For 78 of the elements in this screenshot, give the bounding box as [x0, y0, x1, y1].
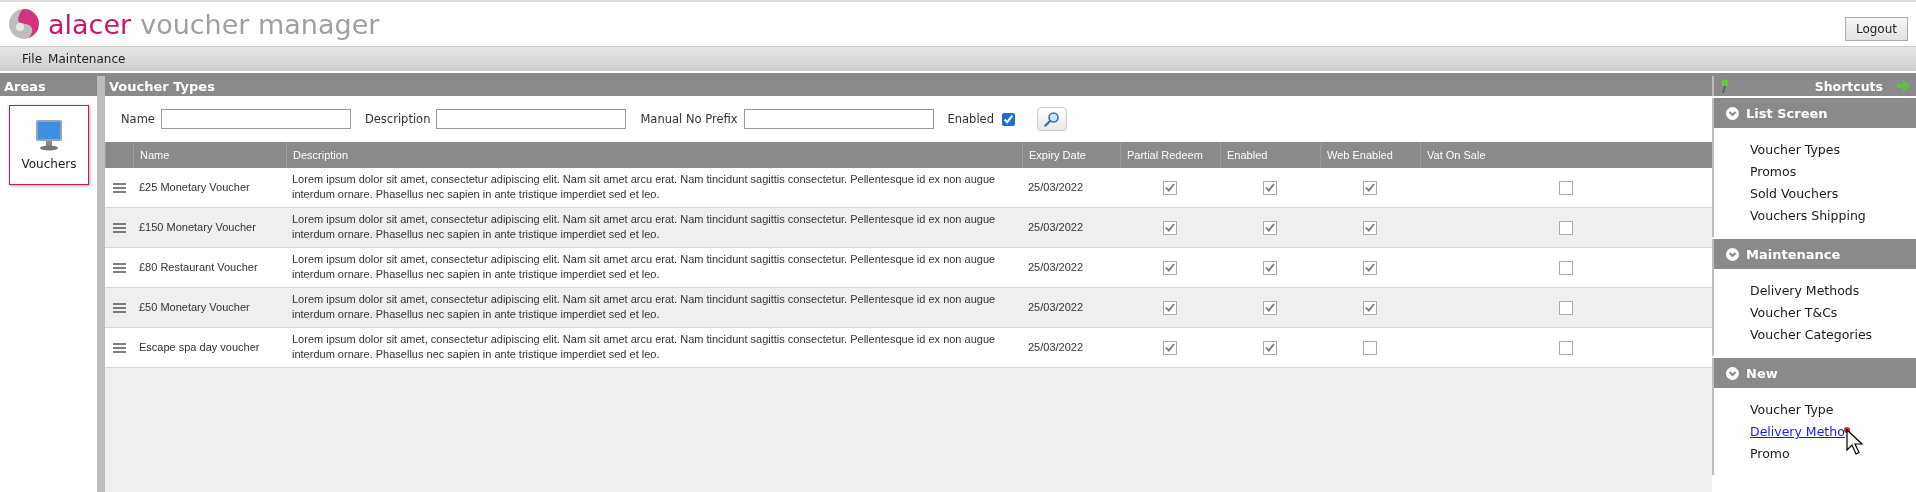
menu-icon[interactable] — [112, 262, 126, 273]
shortcut-link[interactable]: Vouchers Shipping — [1750, 208, 1866, 223]
panel-title: Shortcuts — [1814, 78, 1883, 94]
enabled-checkbox[interactable] — [1002, 112, 1015, 126]
column-header: Web Enabled — [1320, 142, 1420, 168]
column-header: Enabled — [1220, 142, 1320, 168]
checkbox[interactable] — [1559, 300, 1573, 315]
shortcut-link[interactable]: Delivery Metho — [1750, 424, 1845, 439]
panel-title: Areas — [0, 76, 97, 96]
table-cell: 25/03/2022 — [1022, 248, 1120, 288]
checkbox[interactable] — [1559, 340, 1573, 355]
column-header: Partial Redeem — [1120, 142, 1220, 168]
brand-name: alacer — [48, 8, 132, 40]
search-button[interactable] — [1037, 107, 1067, 131]
checkbox[interactable] — [1363, 300, 1377, 315]
checkbox[interactable] — [1263, 180, 1277, 195]
checkbox[interactable] — [1363, 260, 1377, 275]
logo-icon — [8, 8, 40, 40]
search-icon — [1044, 111, 1060, 127]
menu-icon[interactable] — [112, 182, 126, 193]
checkbox[interactable] — [1559, 220, 1573, 235]
filter-field[interactable] — [436, 109, 627, 129]
shortcut-link[interactable]: Promos — [1750, 164, 1797, 179]
shortcut-link[interactable]: Voucher Categories — [1750, 327, 1873, 342]
shortcut-link[interactable]: Voucher Types — [1750, 142, 1840, 157]
monitor-icon — [34, 119, 64, 151]
chevron-down-icon — [1726, 366, 1739, 380]
filter-field[interactable] — [743, 109, 934, 129]
menu-icon[interactable] — [112, 222, 126, 233]
shortcut-link[interactable]: Sold Vouchers — [1750, 186, 1839, 201]
checkbox[interactable] — [1263, 220, 1277, 235]
shortcut-link[interactable]: Delivery Methods — [1750, 283, 1860, 298]
checkbox[interactable] — [1163, 260, 1177, 275]
column-header — [105, 142, 133, 168]
column-header: Name — [133, 142, 286, 168]
menu-icon[interactable] — [112, 302, 126, 313]
checkbox[interactable] — [1363, 220, 1377, 235]
shortcut-link[interactable]: Promo — [1750, 446, 1790, 461]
chevron-down-icon — [1726, 106, 1739, 120]
checkbox[interactable] — [1163, 300, 1177, 315]
checkbox[interactable] — [1263, 340, 1277, 355]
table-cell: Lorem ipsum dolor sit amet, consectetur adipiscing elit. Nam sit amet arcu erat. Nam tincidunt sagittis consectetur. Pellentesque id ex non augue interdum ornare. Phasellus nec sapien in ante tristique imperdiet sed et leo. — [286, 248, 1022, 288]
checkbox[interactable] — [1163, 340, 1177, 355]
cursor-icon — [1844, 426, 1866, 456]
table-cell: Lorem ipsum dolor sit amet, consectetur adipiscing elit. Nam sit amet arcu erat. Nam tincidunt sagittis consectetur. Pellentesque id ex non augue interdum ornare. Phasellus nec sapien in ante tristique imperdiet sed et leo. — [286, 328, 1022, 368]
chevron-down-icon — [1726, 247, 1739, 261]
table-cell: Escape spa day voucher — [133, 328, 286, 368]
table-cell: £80 Restaurant Voucher — [133, 248, 286, 288]
checkbox[interactable] — [1263, 260, 1277, 275]
checkbox[interactable] — [1559, 180, 1573, 195]
field-label: Description — [364, 112, 431, 126]
menu-item[interactable]: Maintenance — [48, 52, 126, 66]
checkbox[interactable] — [1363, 180, 1377, 195]
app-title: voucher manager — [140, 8, 380, 40]
panel-title: Voucher Types — [105, 76, 1712, 96]
menu-item[interactable]: File — [22, 52, 43, 66]
checkbox[interactable] — [1559, 260, 1573, 275]
checkbox[interactable] — [1263, 300, 1277, 315]
column-header: Vat On Sale — [1420, 142, 1712, 168]
table-cell: Lorem ipsum dolor sit amet, consectetur adipiscing elit. Nam sit amet arcu erat. Nam tincidunt sagittis consectetur. Pellentesque id ex non augue interdum ornare. Phasellus nec sapien in ante tristique imperdiet sed et leo. — [286, 168, 1022, 208]
table-cell: 25/03/2022 — [1022, 328, 1120, 368]
checkbox[interactable] — [1163, 220, 1177, 235]
column-header: Expiry Date — [1022, 142, 1120, 168]
table-cell: 25/03/2022 — [1022, 168, 1120, 208]
filter-field[interactable] — [160, 109, 351, 129]
column-header: Description — [286, 142, 1022, 168]
shortcut-link[interactable]: Voucher T&Cs — [1750, 305, 1838, 320]
logout-button[interactable]: Logout — [1844, 17, 1908, 41]
checkbox[interactable] — [1163, 180, 1177, 195]
field-label: Enabled — [947, 112, 994, 126]
area-tile[interactable]: Vouchers — [9, 105, 89, 185]
pin-icon[interactable] — [1720, 79, 1730, 93]
menu-icon[interactable] — [112, 342, 126, 353]
checkbox[interactable] — [1363, 340, 1377, 355]
shortcut-link[interactable]: Voucher Type — [1750, 402, 1834, 417]
table-cell: £25 Monetary Voucher — [133, 168, 286, 208]
field-label: Name — [121, 112, 155, 126]
field-label: Manual No Prefix — [640, 112, 738, 126]
